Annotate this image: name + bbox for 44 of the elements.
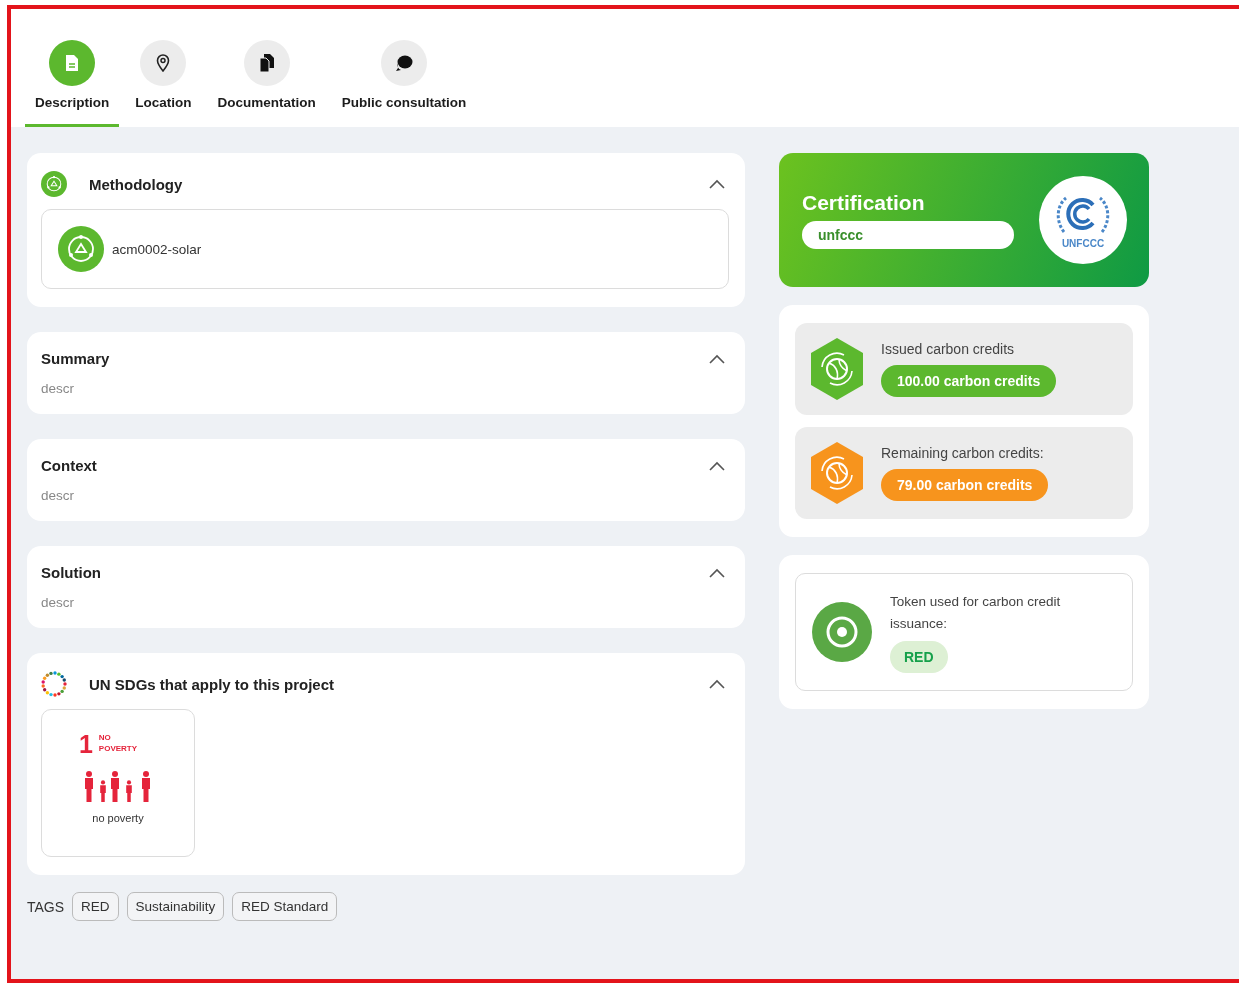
section-title: Context bbox=[41, 457, 97, 474]
token-badge: RED bbox=[890, 641, 948, 673]
goal-name: NO POVERTY bbox=[98, 732, 138, 754]
tab[interactable]: Public consultation bbox=[331, 40, 477, 127]
tag-chip[interactable]: RED Standard bbox=[232, 892, 338, 921]
section-title: Methodology bbox=[89, 175, 183, 193]
tab[interactable]: Location bbox=[125, 40, 202, 127]
section-title: Summary bbox=[41, 350, 110, 367]
certification-field: unfccc bbox=[802, 221, 1014, 249]
logo-text: UNFCCC bbox=[1061, 237, 1105, 249]
credit-label: Remaining carbon credits: bbox=[881, 445, 1045, 461]
methodology-item[interactable]: acm0002-solar bbox=[41, 209, 729, 289]
tag-chip[interactable]: Sustainability bbox=[126, 892, 225, 921]
tab[interactable]: Documentation bbox=[207, 40, 326, 127]
tags-label: TAGS bbox=[27, 898, 65, 915]
section-title: UN SDGs that apply to this project bbox=[89, 675, 335, 693]
chevron-up-icon[interactable] bbox=[709, 179, 725, 189]
section-text: descr bbox=[41, 595, 75, 610]
methodology-icon bbox=[41, 171, 67, 197]
chat-bubbles-icon bbox=[394, 54, 415, 72]
target-icon bbox=[812, 602, 872, 662]
chevron-up-icon[interactable] bbox=[709, 567, 725, 578]
goal-caption: no poverty bbox=[92, 812, 144, 824]
document-icon bbox=[64, 54, 81, 72]
sdg-wheel-icon bbox=[41, 671, 67, 697]
credit-amount: 100.00 carbon credits bbox=[881, 365, 1057, 397]
chevron-up-icon[interactable] bbox=[709, 679, 725, 689]
section-text: descr bbox=[41, 488, 75, 503]
credit-label: Issued carbon credits bbox=[881, 341, 1016, 357]
documents-icon bbox=[257, 53, 276, 73]
family-icon bbox=[84, 770, 152, 802]
tag-chip[interactable]: RED bbox=[72, 892, 119, 921]
methodology-icon bbox=[58, 226, 104, 272]
section-title: Solution bbox=[41, 564, 101, 581]
methodology-name: acm0002-solar bbox=[112, 241, 202, 257]
tab[interactable]: Description bbox=[25, 40, 120, 127]
certification-title: Certification bbox=[802, 191, 926, 215]
credit-amount: 79.00 carbon credits bbox=[881, 469, 1049, 501]
section-text: descr bbox=[41, 381, 75, 396]
chevron-up-icon[interactable] bbox=[709, 460, 725, 471]
chevron-up-icon[interactable] bbox=[709, 353, 725, 364]
location-pin-icon bbox=[156, 54, 171, 72]
goal-number: 1 bbox=[78, 732, 93, 756]
token-label: Token used for carbon credit issuance: bbox=[890, 593, 1062, 633]
